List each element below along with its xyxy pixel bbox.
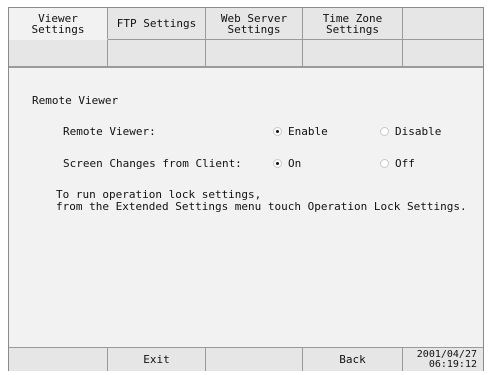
operation-lock-note: To run operation lock settings, from the… [56,189,467,213]
clock-time: 06:19:12 [428,358,477,370]
tab-time-zone-settings[interactable]: Time Zone Settings [303,8,403,40]
tab-empty-2 [108,40,206,67]
settings-content: Remote Viewer Remote Viewer: Enable Disa… [9,68,483,347]
settings-window: Viewer Settings FTP Settings Web Server … [8,7,484,371]
tab-ftp-settings[interactable]: FTP Settings [108,8,206,40]
tab-empty-1 [9,40,108,67]
clock-date: 2001/04/27 [416,348,477,360]
radio-label: Off [395,157,415,170]
remote-viewer-label: Remote Viewer: [63,125,156,138]
bottom-empty-1 [9,348,108,371]
radio-unselected-icon [380,159,389,168]
note-line-2: from the Extended Settings menu touch Op… [56,200,467,213]
screen-changes-on-radio[interactable]: On [273,157,301,170]
radio-label: On [288,157,302,170]
bottom-bar: Exit Back 2001/04/27 06:19:12 [9,347,483,371]
tab-empty-3 [206,40,303,67]
tab-empty [403,8,483,40]
tab-web-server-settings[interactable]: Web Server Settings [206,8,303,40]
bottom-empty-2 [206,348,303,371]
exit-button[interactable]: Exit [108,348,206,371]
radio-selected-icon [273,159,282,168]
tab-bar: Viewer Settings FTP Settings Web Server … [9,8,483,40]
section-title: Remote Viewer [32,94,119,107]
tab-viewer-settings[interactable]: Viewer Settings [9,8,108,40]
radio-label: Disable [395,125,442,138]
screen-changes-off-radio[interactable]: Off [380,157,415,170]
tab-bar-row-2 [9,40,483,68]
clock-display: 2001/04/27 06:19:12 [403,348,483,371]
remote-viewer-enable-radio[interactable]: Enable [273,125,328,138]
radio-unselected-icon [380,127,389,136]
radio-selected-icon [273,127,282,136]
back-button[interactable]: Back [303,348,403,371]
tab-empty-5 [403,40,483,67]
remote-viewer-disable-radio[interactable]: Disable [380,125,441,138]
screen-changes-label: Screen Changes from Client: [63,157,242,170]
radio-label: Enable [288,125,328,138]
tab-empty-4 [303,40,403,67]
